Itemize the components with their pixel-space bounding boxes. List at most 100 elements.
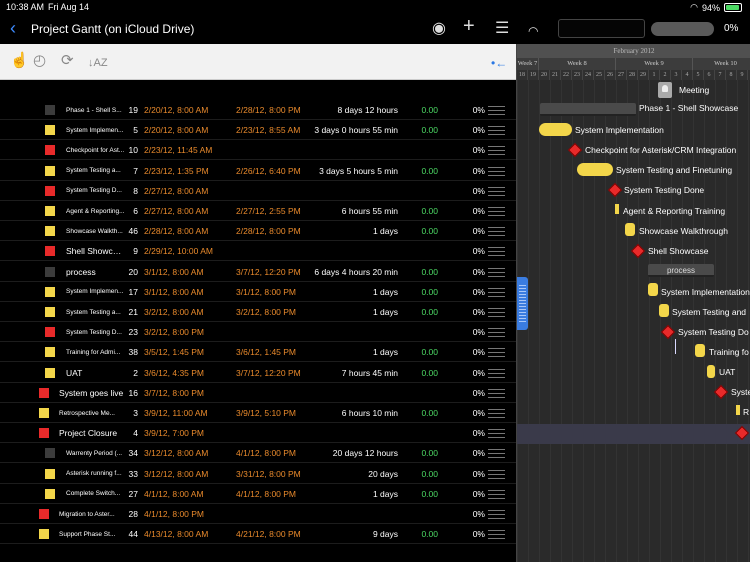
reorder-handle-icon[interactable] <box>488 126 505 136</box>
reorder-handle-icon[interactable] <box>488 247 505 257</box>
reorder-handle-icon[interactable] <box>488 207 505 216</box>
reorder-handle-icon[interactable] <box>488 328 505 338</box>
sort-az-icon[interactable]: ↓AZ <box>88 54 108 72</box>
gantt-scroll-handle[interactable] <box>517 277 528 330</box>
table-row[interactable]: UAT 2 3/6/12, 4:35 PM 3/7/12, 12:20 PM 7 hou… <box>0 363 516 383</box>
reorder-handle-icon[interactable] <box>488 469 505 479</box>
cell-order: 34 <box>128 448 138 459</box>
cell-duration: 6 hours 10 min <box>341 408 398 418</box>
back-chevron-icon[interactable]: ‹ <box>10 19 16 37</box>
reorder-handle-icon[interactable] <box>488 510 505 519</box>
gantt-summary-phase1[interactable] <box>540 103 636 116</box>
gantt-milestone-checkpoint[interactable] <box>567 142 583 158</box>
cell-start: 4/13/12, 8:00 AM <box>144 529 209 540</box>
gantt-bar-system-testing-2[interactable] <box>659 304 669 317</box>
cell-cost: 0.00 <box>421 105 438 115</box>
cell-start: 2/23/12, 11:45 AM <box>144 145 213 156</box>
reorder-handle-icon[interactable] <box>488 368 505 378</box>
cell-percent: 0% <box>472 387 485 398</box>
cell-start: 2/20/12, 8:00 AM <box>144 125 209 136</box>
reorder-handle-icon[interactable] <box>488 489 505 499</box>
table-row[interactable]: System goes live 16 3/7/12, 8:00 PM 0% <box>0 383 516 403</box>
cell-duration: 6 days 4 hours 20 min <box>314 266 398 277</box>
table-row[interactable]: System Testing a... 7 2/23/12, 1:35 PM 2/26… <box>0 161 516 181</box>
table-row[interactable]: Migration to Aster... 28 4/1/12, 8:00 PM 0% <box>0 504 516 524</box>
gantt-month: February 2012 <box>517 44 750 58</box>
time-refresh-icon[interactable]: ⟳ <box>61 52 74 70</box>
reorder-handle-icon[interactable] <box>488 530 505 540</box>
reorder-handle-icon[interactable] <box>488 348 505 358</box>
gantt-day-label: 22 <box>561 70 572 80</box>
table-row[interactable]: Checkpoint for Ast... 10 2/23/12, 11:45 AM… <box>0 140 516 161</box>
cell-name: System Implemen... <box>66 288 124 296</box>
table-row[interactable]: System Testing D... 23 3/2/12, 8:00 PM 0% <box>0 322 516 343</box>
table-row[interactable]: Warrenty Period (... 34 3/12/12, 8:00 AM 4/… <box>0 443 516 464</box>
gantt-milestone-testing-done[interactable] <box>607 182 623 198</box>
gantt-gridline <box>561 80 562 562</box>
gantt-bar-system-implementation[interactable] <box>539 123 572 136</box>
gantt-label-phase1: Phase 1 - Shell Showcase <box>639 103 739 113</box>
table-row[interactable]: System Testing D... 8 2/27/12, 8:00 AM 0% <box>0 181 516 201</box>
gantt-label-testing-done-2: System Testing Do <box>678 327 749 337</box>
table-row[interactable]: Project Closure 4 3/9/12, 7:00 PM 0% <box>0 423 516 444</box>
task-color-swatch <box>45 448 55 459</box>
task-color-swatch <box>39 509 49 519</box>
reorder-handle-icon[interactable] <box>488 449 505 459</box>
gantt-day-label: 8 <box>726 70 737 80</box>
gantt-bar-training[interactable] <box>695 344 705 357</box>
gantt-summary-process[interactable]: process <box>648 264 714 277</box>
reorder-handle-icon[interactable] <box>488 106 505 115</box>
cell-end: 3/6/12, 1:45 PM <box>236 347 297 358</box>
reorder-handle-icon[interactable] <box>488 186 505 196</box>
cell-name: Phase 1 - Shell S... <box>66 106 122 114</box>
cell-duration: 1 days <box>372 226 398 237</box>
table-row[interactable]: System Testing a... 21 3/2/12, 8:00 AM 3/2/… <box>0 302 516 322</box>
time-icon[interactable]: ◴ <box>33 52 46 70</box>
table-row[interactable]: Training for Admi... 38 3/5/12, 1:45 PM 3/6… <box>0 342 516 363</box>
reorder-handle-icon[interactable] <box>488 429 505 439</box>
gantt-day-label: 4 <box>682 70 693 80</box>
task-color-swatch <box>39 408 49 418</box>
table-row[interactable]: Support Phase St... 44 4/13/12, 8:00 AM 4/2… <box>0 524 516 545</box>
gantt-bar-agent-training[interactable] <box>615 204 619 214</box>
list-icon[interactable]: ☰ <box>495 20 509 38</box>
table-row[interactable]: Asterisk running f... 33 3/12/12, 8:00 AM 3… <box>0 464 516 484</box>
reorder-handle-icon[interactable] <box>488 287 505 297</box>
gantt-bar-system-implementation-2[interactable] <box>648 283 658 296</box>
gantt-bar-uat[interactable] <box>707 365 715 378</box>
reorder-handle-icon[interactable] <box>488 166 505 176</box>
gantt-milestone-shell-showcase[interactable] <box>630 243 646 259</box>
table-row[interactable]: Phase 1 - Shell S... 19 2/20/12, 8:00 AM 2/… <box>0 100 516 120</box>
cell-name: System Testing D... <box>66 187 122 195</box>
reorder-handle-icon[interactable] <box>488 308 505 317</box>
reorder-handle-icon[interactable] <box>488 146 505 156</box>
table-row[interactable]: Complete Switch... 27 4/1/12, 8:00 AM 4/1/1… <box>0 484 516 504</box>
reorder-handle-icon[interactable] <box>488 388 505 398</box>
cell-percent: 0% <box>472 327 485 338</box>
reorder-handle-icon[interactable] <box>488 227 505 237</box>
cell-order: 4 <box>133 428 138 439</box>
table-row[interactable]: Shell Showcase 9 2/29/12, 10:00 AM 0% <box>0 241 516 262</box>
gantt-bar-retrospective[interactable] <box>736 405 740 415</box>
eye-icon[interactable]: ◉ <box>432 20 446 38</box>
cell-order: 20 <box>128 266 138 277</box>
table-row[interactable]: process 20 3/1/12, 8:00 AM 3/7/12, 12:20 PM… <box>0 262 516 282</box>
time-box[interactable] <box>558 19 645 38</box>
reorder-handle-icon[interactable] <box>488 267 505 277</box>
table-row[interactable]: Retrospective Me... 3 3/9/12, 11:00 AM 3/9/… <box>0 403 516 423</box>
table-row[interactable]: System Implemen... 17 3/1/12, 8:00 AM 3/1/1… <box>0 282 516 302</box>
table-row[interactable]: System Implemen... 5 2/20/12, 8:00 AM 2/23/… <box>0 120 516 141</box>
gantt-bar-system-testing[interactable] <box>577 163 613 176</box>
table-row[interactable]: Showcase Walkth... 46 2/28/12, 8:00 AM 2/28… <box>0 221 516 242</box>
collapse-left-icon[interactable]: •← <box>491 54 507 72</box>
reorder-handle-icon[interactable] <box>488 409 505 418</box>
cell-cost: 0.00 <box>421 165 438 176</box>
select-hand-icon[interactable]: ☝ <box>10 52 29 70</box>
add-icon[interactable]: + <box>463 16 475 36</box>
cell-end: 4/1/12, 8:00 PM <box>236 488 297 499</box>
gantt-milestone-testing-done-2[interactable] <box>660 324 676 340</box>
cell-name: System Testing D... <box>66 328 122 336</box>
table-row[interactable]: Agent & Reporting... 6 2/27/12, 8:00 AM 2/2… <box>0 201 516 221</box>
gantt-bar-showcase-walkthrough[interactable] <box>625 223 635 236</box>
speedometer-icon[interactable]: ◠ <box>528 22 538 40</box>
